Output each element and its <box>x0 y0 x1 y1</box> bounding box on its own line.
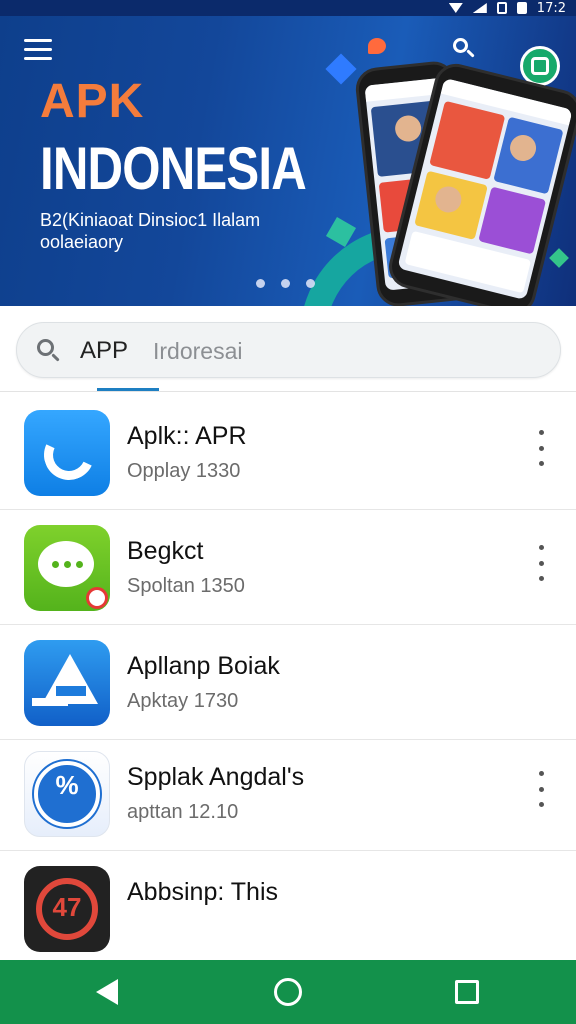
phone-app-icon[interactable] <box>24 410 110 496</box>
app-root: 17:2 APK INDONESIA B2(Kiniaoat Dinsioc1 … <box>0 0 576 1024</box>
carousel-dot[interactable] <box>306 279 315 288</box>
search-icon[interactable] <box>451 36 475 60</box>
wifi-icon <box>448 3 463 13</box>
percent-glyph: % <box>55 770 79 800</box>
search-query[interactable]: APP <box>80 337 128 365</box>
decorative-diamond <box>325 53 357 85</box>
list-item[interactable]: 47 Abbsinp: This <box>0 852 576 966</box>
more-vert-icon[interactable] <box>530 430 552 466</box>
recents-icon[interactable] <box>455 980 479 1004</box>
search-placeholder: Irdoresai <box>153 338 243 364</box>
more-vert-icon[interactable] <box>530 545 552 581</box>
chat-app-icon[interactable] <box>24 525 110 611</box>
list-item[interactable]: % Spplak Angdal's apttan 12.10 <box>0 737 576 851</box>
app-name: Begkct <box>127 537 204 565</box>
divider <box>0 391 576 392</box>
banner-subtitle: oolaeiaory <box>40 232 124 252</box>
carousel-dot[interactable] <box>256 279 265 288</box>
search-input[interactable]: APP Irdoresai <box>16 322 561 378</box>
status-bar: 17:2 <box>0 0 576 16</box>
signal-icon <box>472 3 487 13</box>
list-item[interactable]: Aplk:: APR Opplay 1330 <box>0 396 576 510</box>
search-icon[interactable] <box>37 339 61 363</box>
percent-app-icon[interactable]: % <box>24 751 110 837</box>
list-item[interactable]: Begkct Spoltan 1350 <box>0 511 576 625</box>
app-meta: Opplay 1330 <box>127 460 241 482</box>
list-item[interactable]: Apllanp Boiak Apktay 1730 <box>0 626 576 740</box>
status-icons: 17:2 <box>448 0 566 16</box>
carousel-dots[interactable] <box>256 279 315 288</box>
back-icon[interactable] <box>96 979 118 1005</box>
banner-title: INDONESIA <box>40 135 307 202</box>
chat-bubble-icon <box>368 38 386 54</box>
more-vert-icon[interactable] <box>530 771 552 807</box>
app-list: Aplk:: APR Opplay 1330 Begkct Spoltan 13… <box>0 396 576 960</box>
banner-logo: APK <box>40 75 145 128</box>
app-name: Apllanp Boiak <box>127 652 280 680</box>
system-nav-bar <box>0 960 576 1024</box>
battery-icon <box>516 2 527 14</box>
app-meta: apttan 12.10 <box>127 801 239 823</box>
app-glyph: 47 <box>52 892 82 922</box>
home-icon[interactable] <box>274 978 302 1006</box>
search-area: APP Irdoresai <box>0 306 576 392</box>
status-time: 17:2 <box>536 0 566 16</box>
app-meta: Spoltan 1350 <box>127 575 245 597</box>
decorative-diamond <box>549 248 569 268</box>
app-name: Aplk:: APR <box>127 422 247 450</box>
notification-icon <box>496 2 507 14</box>
app-meta: Apktay 1730 <box>127 690 239 712</box>
banner-subtitle: B2(Kiniaoat Dinsioc1 Ilalam <box>40 210 261 230</box>
store-app-icon[interactable] <box>24 640 110 726</box>
menu-icon[interactable] <box>24 39 52 61</box>
app-name: Spplak Angdal's <box>127 763 305 791</box>
hero-banner[interactable]: APK INDONESIA B2(Kiniaoat Dinsioc1 Ilala… <box>0 16 576 306</box>
app-name: Abbsinp: This <box>127 878 279 906</box>
carousel-dot[interactable] <box>281 279 290 288</box>
red-app-icon[interactable]: 47 <box>24 866 110 952</box>
